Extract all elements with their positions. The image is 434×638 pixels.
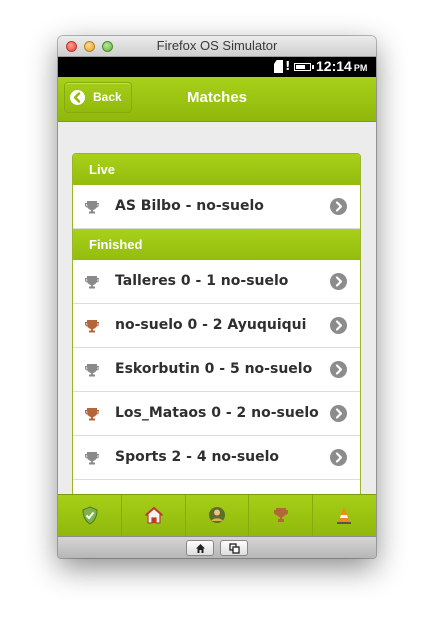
clock-time: 12:14 xyxy=(316,58,352,74)
tab-home[interactable] xyxy=(122,495,186,537)
match-row[interactable]: AS Bilbo - no-suelo xyxy=(73,185,360,229)
home-icon xyxy=(196,544,205,553)
sim-card-icon xyxy=(274,60,283,73)
battery-icon xyxy=(294,63,314,71)
match-label: Los_Mataos 0 - 2 no-suelo xyxy=(115,405,319,421)
trophy-icon xyxy=(84,199,100,215)
chevron-right-icon xyxy=(330,449,347,466)
window-titlebar: Firefox OS Simulator xyxy=(58,36,376,57)
trophy-icon xyxy=(84,318,100,334)
chevron-right-icon xyxy=(330,273,347,290)
simulator-home-button[interactable] xyxy=(186,540,214,556)
back-arrow-icon xyxy=(70,90,85,105)
phone-status-bar: ! 12:14 PM xyxy=(58,57,376,77)
match-label: Eskorbutin 0 - 5 no-suelo xyxy=(115,361,313,377)
back-button[interactable]: Back xyxy=(64,82,132,113)
clock-ampm: PM xyxy=(353,63,368,73)
windows-icon xyxy=(229,543,240,554)
chevron-right-icon xyxy=(330,198,347,215)
match-label: no-suelo 0 - 2 Ayuquiqui xyxy=(115,317,307,333)
trophy-icon xyxy=(273,508,288,522)
match-label: Talleres 0 - 1 no-suelo xyxy=(115,273,289,289)
tab-trophy[interactable] xyxy=(249,495,313,537)
tab-cone[interactable] xyxy=(312,495,376,537)
tab-bar xyxy=(58,494,376,537)
tab-player[interactable] xyxy=(185,495,249,537)
app-header: Back Matches xyxy=(58,77,376,122)
matches-list: Live AS Bilbo - no-suelo Finished Talleres … xyxy=(72,153,361,494)
match-row[interactable]: Talleres 0 - 1 no-suelo xyxy=(73,260,360,304)
simulator-window: Firefox OS Simulator ! 12:14 PM Back Matc… xyxy=(58,36,376,558)
section-header-finished: Finished xyxy=(73,229,360,260)
match-label: AS Bilbo - no-suelo xyxy=(115,198,264,214)
status-clock: 12:14 PM xyxy=(316,58,367,74)
chevron-right-icon xyxy=(330,317,347,334)
chevron-right-icon xyxy=(330,361,347,378)
window-title: Firefox OS Simulator xyxy=(156,38,278,53)
back-button-label: Back xyxy=(93,90,122,104)
content-area[interactable]: Live AS Bilbo - no-suelo Finished Talleres … xyxy=(58,122,376,494)
trophy-icon xyxy=(84,450,100,466)
trophy-icon xyxy=(84,274,100,290)
match-row[interactable]: Sports 2 - 4 no-suelo xyxy=(73,436,360,480)
match-row[interactable]: Los_Mataos 0 - 2 no-suelo xyxy=(73,392,360,436)
trophy-icon xyxy=(84,406,100,422)
match-label: Sports 2 - 4 no-suelo xyxy=(115,449,280,465)
trophy-icon xyxy=(84,362,100,378)
match-row[interactable]: no-suelo 0 - 2 Ayuquiqui xyxy=(73,304,360,348)
simulator-toolbar xyxy=(58,536,376,558)
simulator-windows-button[interactable] xyxy=(220,540,248,556)
page-title: Matches xyxy=(186,89,248,106)
chevron-right-icon xyxy=(330,405,347,422)
player-icon xyxy=(208,507,225,523)
cone-icon xyxy=(337,507,351,524)
home-icon xyxy=(144,506,163,524)
match-row[interactable]: Eskorbutin 0 - 5 no-suelo xyxy=(73,348,360,392)
section-header-live: Live xyxy=(73,154,360,185)
sim-warning-icon: ! xyxy=(285,59,291,73)
tab-shield[interactable] xyxy=(58,495,122,537)
shield-icon xyxy=(81,506,98,525)
